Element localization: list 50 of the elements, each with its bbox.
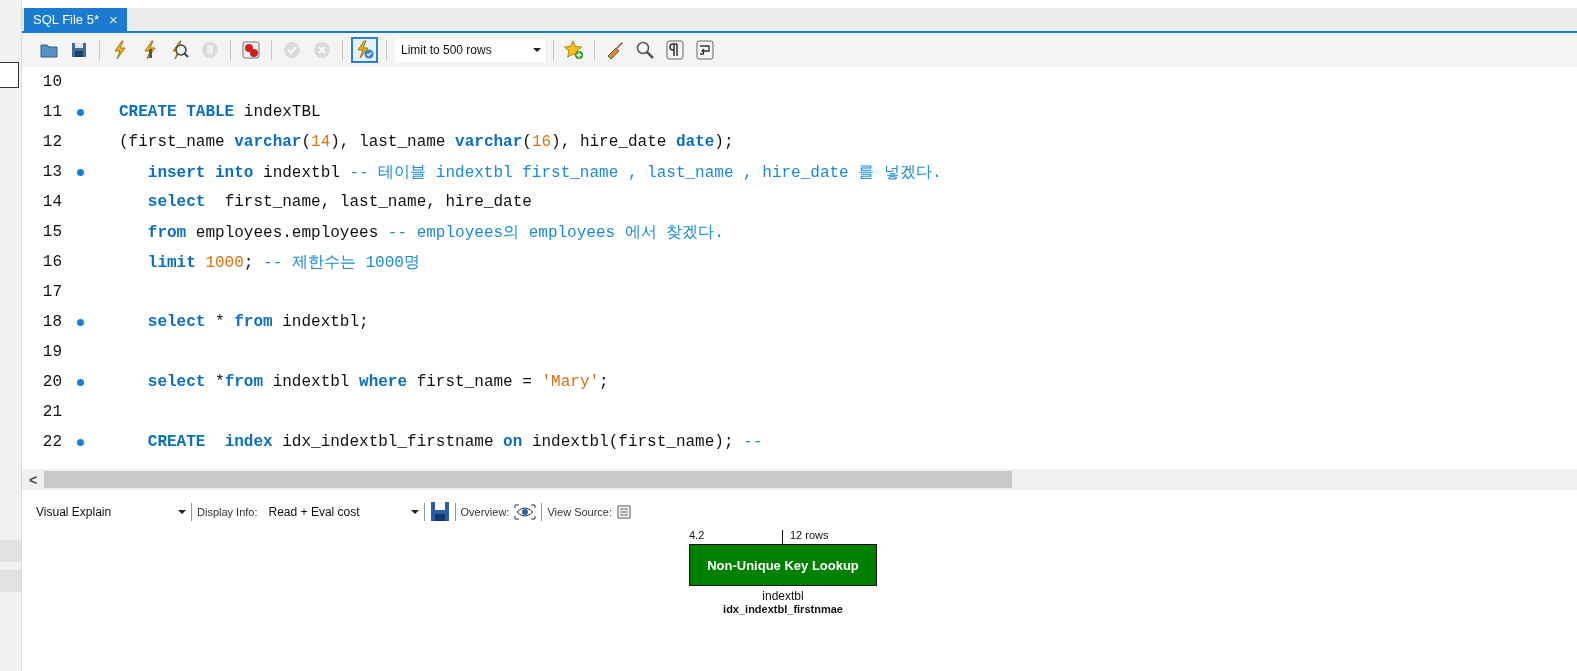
code-line: insert into indextbl -- 테이블 indextbl first_name , last_name , hire_date 를 넣겠다. [146, 162, 942, 183]
caret-icon [410, 509, 419, 514]
panel-box-icon [0, 62, 19, 88]
scrollbar-thumb[interactable] [44, 471, 1012, 488]
view-dropdown[interactable]: Visual Explain [36, 504, 186, 519]
line-number: 10 [41, 73, 62, 91]
index-name: idx_indextbl_firstnmae [723, 603, 843, 615]
table-name: indextbl [762, 589, 804, 603]
document-icon[interactable] [617, 504, 632, 519]
line-number: 20 [41, 373, 62, 391]
cost-label: 4.2 [689, 529, 705, 541]
pilcrow-icon[interactable] [663, 38, 687, 62]
autocommit-icon[interactable] [351, 37, 378, 63]
line-number: 11 [41, 103, 62, 121]
line-number: 15 [41, 223, 62, 241]
wrap-icon[interactable] [693, 38, 717, 62]
code-line: select * from indextbl; [146, 313, 369, 331]
display-info-label: Display Info: [197, 505, 258, 518]
code-line: limit 1000; -- 제한수는 1000명 [146, 252, 420, 273]
connector-line [781, 530, 783, 544]
caret-icon [178, 509, 186, 514]
caret-icon [533, 48, 541, 52]
code-line: from employees.employees -- employees의 employees 에서 찾겠다. [146, 222, 724, 243]
line-number: 16 [41, 253, 62, 271]
line-number: 14 [41, 193, 62, 211]
line-number: 12 [41, 133, 62, 151]
eye-icon[interactable] [514, 503, 537, 520]
star-plus-icon[interactable] [562, 38, 586, 62]
scroll-left-button[interactable]: < [22, 471, 44, 488]
tab-title: SQL File 5* [33, 12, 99, 27]
code-line: CREATE TABLE indexTBL [119, 103, 321, 121]
code-line: CREATE index idx_indextbl_firstname on indextbl(first_name); -- [146, 433, 763, 451]
line-number: 21 [41, 403, 62, 421]
close-icon[interactable]: × [109, 11, 118, 28]
lookup-node[interactable]: Non-Unique Key Lookup [689, 544, 877, 586]
editor-tab[interactable]: SQL File 5* × [24, 8, 127, 31]
overview-label: Overview: [460, 505, 510, 518]
line-number: 19 [41, 343, 62, 361]
code-line: select *from indextbl where first_name = 'Mary'; [146, 373, 609, 391]
line-number: 13 [41, 163, 62, 181]
line-number: 22 [41, 433, 62, 451]
line-number: 17 [41, 283, 62, 301]
limit-rows-dropdown[interactable]: Limit to 500 rows [395, 38, 545, 62]
display-info-dropdown[interactable]: Read + Eval cost [268, 504, 419, 519]
code-line: select first_name, last_name, hire_date [146, 193, 532, 211]
save-icon[interactable] [429, 500, 450, 523]
code-line: (first_name varchar(14), last_name varchar(16), hire_date date); [119, 133, 734, 151]
rows-label: 12 rows [790, 529, 829, 541]
line-number: 18 [41, 313, 62, 331]
view-source-label: View Source: [547, 505, 613, 518]
